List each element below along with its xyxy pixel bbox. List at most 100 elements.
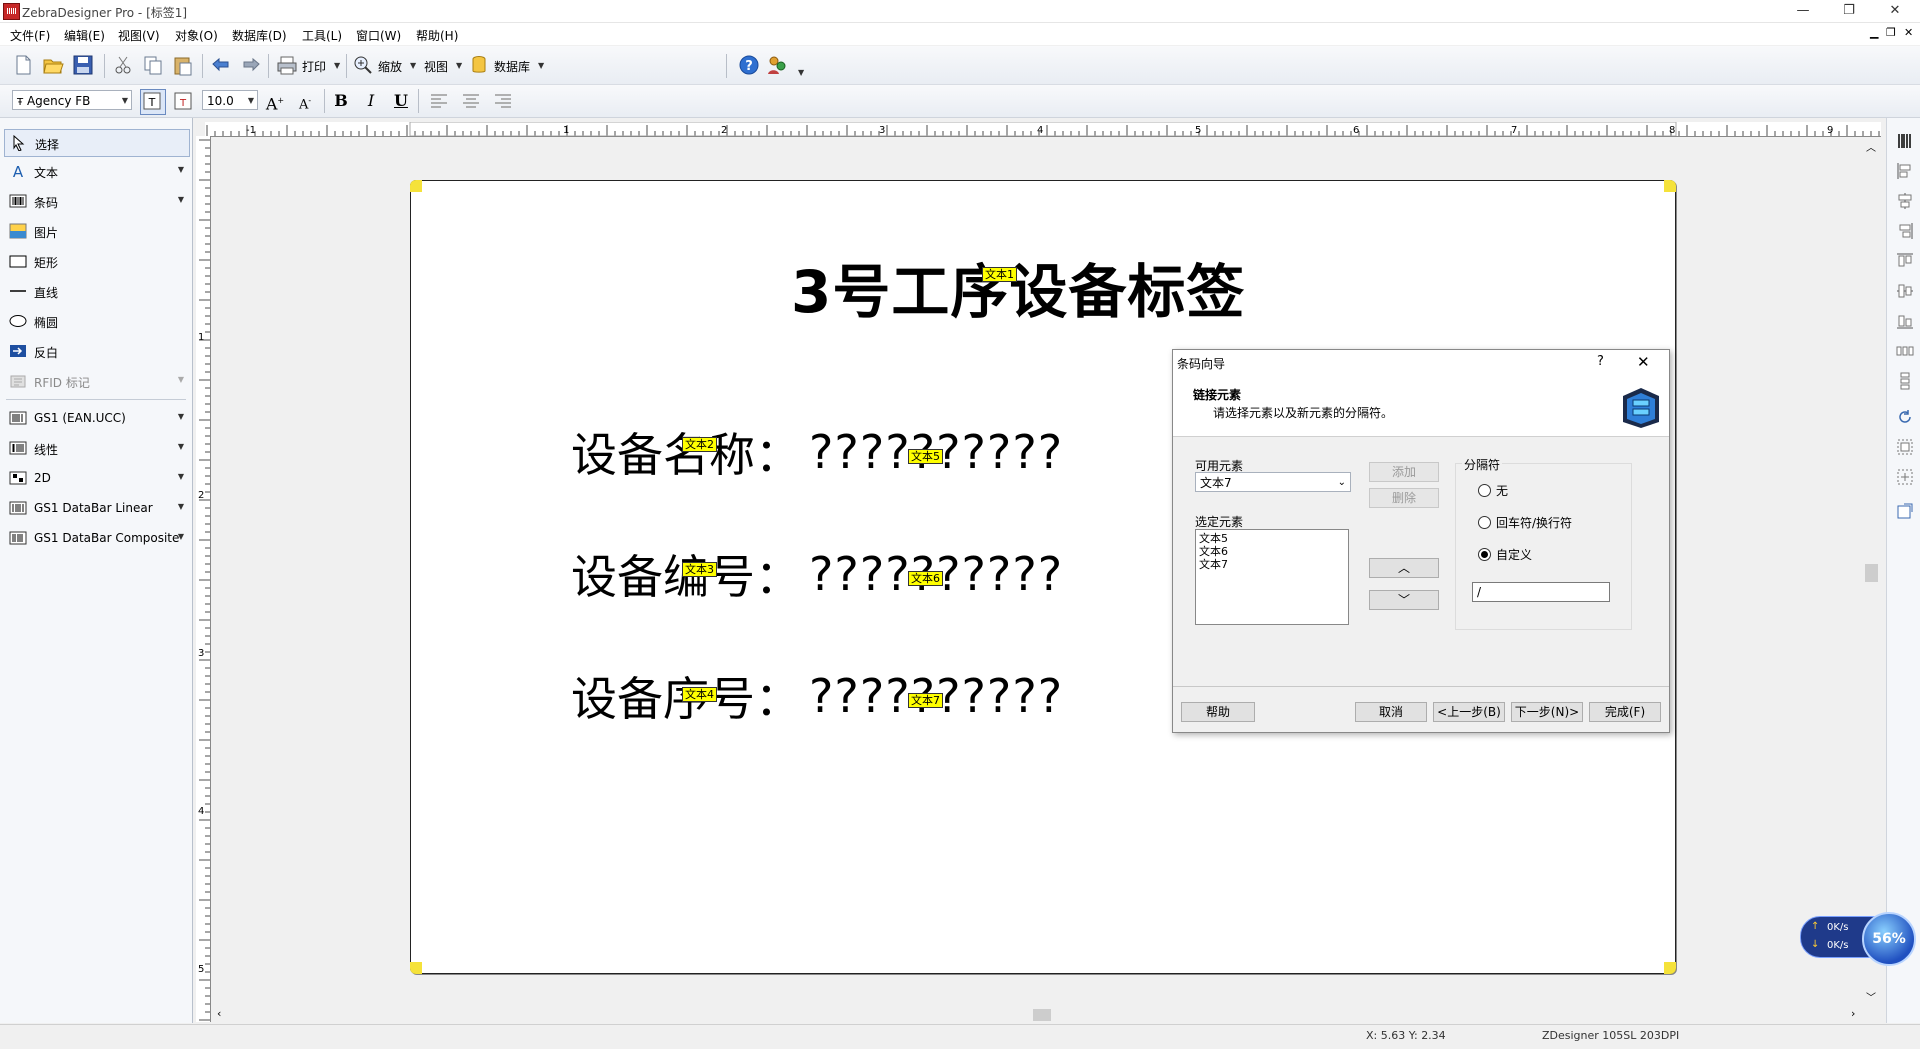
- tool-gs1-databar-linear[interactable]: GS1 DataBar Linear ▼: [4, 495, 188, 521]
- chevron-down-icon[interactable]: ﹀: [1866, 989, 1876, 1004]
- tool-linear[interactable]: 线性 ▼: [4, 435, 188, 461]
- radio-crlf-label[interactable]: 回车符/换行符: [1496, 514, 1572, 531]
- tool-ellipse[interactable]: 椭圆: [4, 308, 188, 334]
- tool-line[interactable]: 直线: [4, 278, 188, 304]
- network-speed-widget[interactable]: ↑ 0K/s ↓ 0K/s 56%: [1800, 912, 1918, 966]
- mdi-restore-button[interactable]: ❐: [1886, 26, 1896, 39]
- decrease-font-icon[interactable]: A-: [294, 90, 316, 112]
- radio-crlf[interactable]: [1478, 516, 1491, 529]
- dialog-help-text-button[interactable]: 帮助: [1181, 702, 1255, 722]
- text-object-tag[interactable]: 文本2: [682, 437, 717, 452]
- align-top-edge-icon[interactable]: [1896, 252, 1914, 270]
- print-dropdown-caret[interactable]: ▼: [334, 61, 340, 70]
- font-size-select[interactable]: 10.0 ▼: [202, 90, 258, 110]
- group-icon[interactable]: [1896, 438, 1914, 456]
- redo-icon[interactable]: [240, 54, 262, 76]
- cut-icon[interactable]: [112, 54, 134, 76]
- database-label[interactable]: 数据库: [494, 58, 530, 75]
- tool-text[interactable]: A 文本 ▼: [4, 158, 188, 184]
- dialog-close-button[interactable]: ✕: [1637, 353, 1650, 371]
- cancel-button[interactable]: 取消: [1355, 702, 1427, 722]
- align-bottom-edge-icon[interactable]: [1896, 312, 1914, 330]
- text-object-tag[interactable]: 文本4: [682, 687, 717, 702]
- text-object-tag[interactable]: 文本7: [908, 693, 943, 708]
- chevron-down-icon[interactable]: ▼: [178, 375, 184, 384]
- text-object-tag[interactable]: 文本3: [682, 562, 717, 577]
- align-right-edge-icon[interactable]: [1896, 222, 1914, 240]
- copy-icon[interactable]: [142, 54, 164, 76]
- database-icon[interactable]: [468, 54, 490, 76]
- tool-inverse[interactable]: 反白: [4, 338, 188, 364]
- font-family-select[interactable]: Ŧ Agency FB ▼: [12, 90, 132, 110]
- mdi-minimize-button[interactable]: ▁: [1870, 26, 1878, 39]
- menu-window[interactable]: 窗口(W): [356, 27, 401, 44]
- align-middle-vertical-icon[interactable]: [1896, 282, 1914, 300]
- chevron-down-icon[interactable]: ▼: [178, 532, 184, 541]
- chevron-down-icon[interactable]: ▼: [178, 195, 184, 204]
- menu-database[interactable]: 数据库(D): [232, 27, 287, 44]
- menu-object[interactable]: 对象(O): [175, 27, 218, 44]
- barcode-vertical-icon[interactable]: [1896, 132, 1914, 150]
- horizontal-scrollbar[interactable]: ‹ ›: [211, 1007, 1863, 1022]
- zoom-icon[interactable]: [352, 54, 374, 76]
- scroll-thumb[interactable]: [1865, 564, 1878, 582]
- list-item[interactable]: 文本6: [1199, 545, 1345, 558]
- align-left-edge-icon[interactable]: [1896, 162, 1914, 180]
- save-icon[interactable]: [72, 54, 94, 76]
- tool-gs1-databar-composite[interactable]: GS1 DataBar Composite ▼: [4, 525, 188, 551]
- rotate-icon[interactable]: [1896, 408, 1914, 426]
- mdi-close-button[interactable]: ✕: [1904, 26, 1913, 39]
- bold-button[interactable]: B: [330, 90, 352, 112]
- back-button[interactable]: <上一步(B): [1433, 702, 1505, 722]
- tool-select[interactable]: 选择: [4, 129, 190, 157]
- tool-picture[interactable]: 图片: [4, 218, 188, 244]
- list-item[interactable]: 文本7: [1199, 558, 1345, 571]
- align-center-icon[interactable]: [460, 90, 482, 112]
- radio-custom-label[interactable]: 自定义: [1496, 546, 1532, 563]
- text-object-tag[interactable]: 文本6: [908, 571, 943, 586]
- text-object-tag[interactable]: 文本1: [982, 267, 1017, 282]
- minimize-button[interactable]: —: [1780, 0, 1826, 22]
- chevron-down-icon[interactable]: ▼: [178, 472, 184, 481]
- text-rotate-icon[interactable]: T: [172, 90, 194, 112]
- print-label[interactable]: 打印: [302, 58, 326, 75]
- chevron-left-icon[interactable]: ‹: [217, 1007, 221, 1020]
- database-dropdown-caret[interactable]: ▼: [538, 61, 544, 70]
- chevron-down-icon[interactable]: ▼: [178, 502, 184, 511]
- distribute-horizontal-icon[interactable]: [1896, 342, 1914, 360]
- available-elements-select[interactable]: 文本7 ⌄: [1195, 472, 1351, 492]
- menu-view[interactable]: 视图(V): [118, 27, 160, 44]
- dialog-help-button[interactable]: ?: [1597, 354, 1604, 369]
- radio-none-label[interactable]: 无: [1496, 482, 1508, 499]
- italic-button[interactable]: I: [360, 90, 382, 112]
- print-icon[interactable]: [276, 54, 298, 76]
- increase-font-icon[interactable]: A+: [264, 90, 286, 113]
- move-up-button[interactable]: ︿: [1369, 558, 1439, 578]
- toolbar-overflow-caret[interactable]: ▼: [798, 68, 804, 77]
- help-icon[interactable]: ?: [738, 54, 760, 76]
- selected-elements-list[interactable]: 文本5 文本6 文本7: [1195, 529, 1349, 625]
- align-left-icon[interactable]: [428, 90, 450, 112]
- chevron-down-icon[interactable]: ▼: [178, 165, 184, 174]
- add-button[interactable]: 添加: [1369, 462, 1439, 482]
- paste-icon[interactable]: [172, 54, 194, 76]
- distribute-vertical-icon[interactable]: [1896, 372, 1914, 390]
- zoom-label[interactable]: 缩放: [378, 58, 402, 75]
- tool-2d[interactable]: 2D ▼: [4, 465, 188, 491]
- align-right-icon[interactable]: [492, 90, 514, 112]
- vertical-scrollbar[interactable]: ︿ ﹀: [1863, 137, 1880, 1007]
- radio-custom[interactable]: [1478, 548, 1491, 561]
- text-toggle-button[interactable]: T: [140, 89, 166, 115]
- chevron-up-icon[interactable]: ︿: [1866, 139, 1876, 154]
- text-object-tag[interactable]: 文本5: [908, 449, 943, 464]
- menu-help[interactable]: 帮助(H): [416, 27, 458, 44]
- row-label-name[interactable]: 设备名称：: [571, 419, 801, 485]
- move-down-button[interactable]: ﹀: [1369, 590, 1439, 610]
- next-button[interactable]: 下一步(N)>: [1511, 702, 1583, 722]
- menu-file[interactable]: 文件(F): [10, 27, 50, 44]
- chevron-right-icon[interactable]: ›: [1851, 1007, 1855, 1020]
- open-folder-icon[interactable]: [42, 54, 64, 76]
- align-center-horizontal-icon[interactable]: [1896, 192, 1914, 210]
- users-icon[interactable]: [766, 54, 788, 76]
- delete-button[interactable]: 删除: [1369, 488, 1439, 508]
